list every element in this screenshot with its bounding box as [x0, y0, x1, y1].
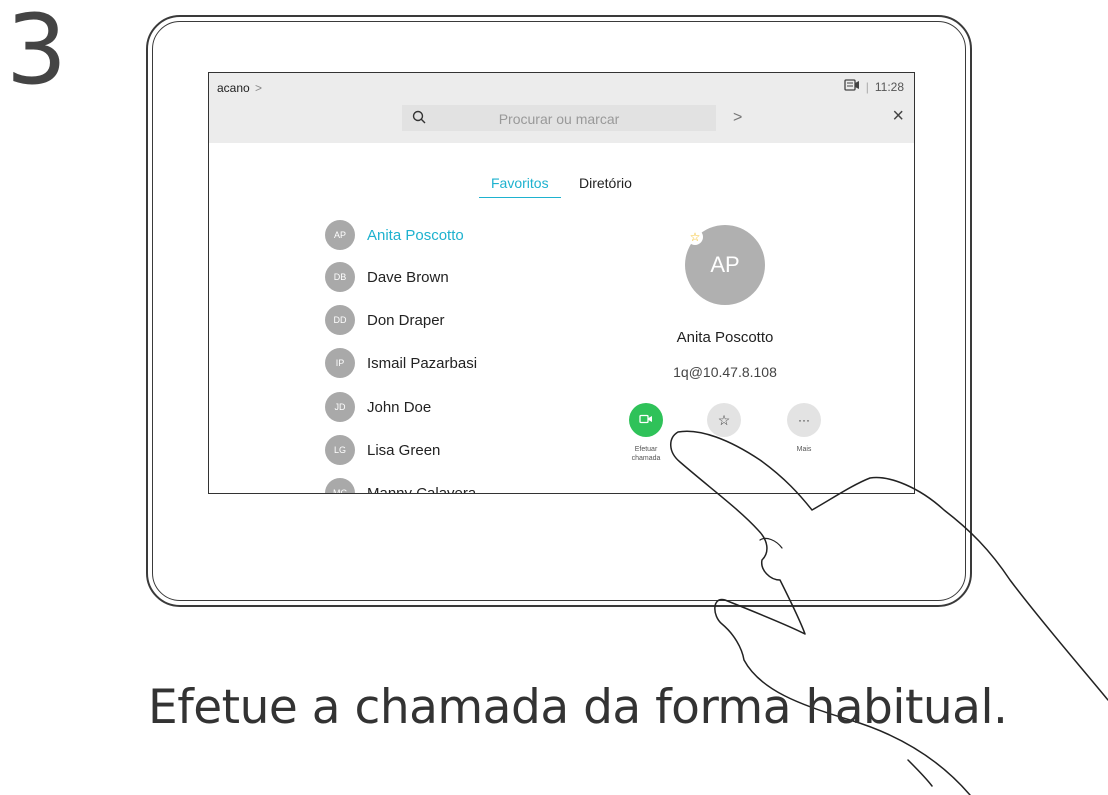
avatar: JD	[325, 392, 355, 422]
contact-name: Ismail Pazarbasi	[367, 354, 478, 372]
search-placeholder: Procurar ou marcar	[498, 111, 620, 127]
video-screen-icon	[844, 79, 860, 94]
tab-favorites[interactable]: Favoritos	[479, 175, 561, 198]
call-label-line1: Efetuar	[634, 446, 658, 453]
call-label-line2: chamada	[631, 455, 661, 463]
clock: 11:28	[874, 79, 904, 94]
avatar: DD	[325, 305, 355, 335]
close-icon[interactable]: ×	[892, 105, 904, 128]
search-go-chevron-icon[interactable]: >	[733, 109, 742, 127]
video-camera-icon	[639, 411, 653, 429]
avatar: LG	[325, 435, 355, 465]
contact-name: Lisa Green	[367, 441, 441, 459]
more-label: Mais	[796, 446, 812, 453]
touch-screen: acano > | 11:28 Procurar ou marcar > × F…	[208, 72, 915, 494]
favorite-button[interactable]: ☆	[707, 403, 741, 437]
avatar: DB	[325, 262, 355, 292]
list-item[interactable]: DB Dave Brown	[325, 262, 449, 292]
call-button[interactable]	[629, 403, 663, 437]
call-label: Efetuar chamada	[616, 445, 676, 463]
avatar: IP	[325, 348, 355, 378]
search-input[interactable]: Procurar ou marcar	[402, 105, 716, 131]
status-area: | 11:28	[844, 79, 904, 94]
star-icon: ☆	[717, 411, 731, 428]
list-item[interactable]: DD Don Draper	[325, 305, 445, 335]
more-icon: ···	[798, 413, 810, 427]
brand-chevron-icon: >	[255, 81, 263, 95]
status-separator: |	[865, 79, 869, 94]
list-item[interactable]: IP Ismail Pazarbasi	[325, 348, 477, 378]
contact-name: Don Draper	[367, 311, 445, 329]
detail-address: 1q@10.47.8.108	[673, 364, 777, 380]
contact-name: Dave Brown	[367, 268, 449, 286]
more-button[interactable]: ···	[787, 403, 821, 437]
list-item[interactable]: JD John Doe	[325, 392, 431, 422]
instruction-caption: Efetue a chamada da forma habitual.	[148, 680, 1008, 735]
favorite-star-icon: ☆	[687, 229, 703, 245]
list-item[interactable]: LG Lisa Green	[325, 435, 440, 465]
brand-label: acano	[217, 81, 250, 95]
list-item[interactable]: MC Manny Calavera	[325, 478, 477, 494]
top-bar: acano > | 11:28 Procurar ou marcar > ×	[209, 73, 914, 143]
avatar: MC	[325, 478, 355, 493]
avatar: AP	[325, 220, 355, 250]
step-number: 3	[6, 0, 68, 106]
contact-name: John Doe	[367, 398, 432, 416]
contact-name: Anita Poscotto	[367, 226, 464, 244]
tab-directory[interactable]: Diretório	[579, 175, 632, 191]
list-item[interactable]: AP Anita Poscotto	[325, 220, 464, 250]
brand[interactable]: acano >	[217, 81, 262, 95]
contact-name: Manny Calavera	[367, 484, 477, 494]
detail-name: Anita Poscotto	[676, 329, 774, 346]
